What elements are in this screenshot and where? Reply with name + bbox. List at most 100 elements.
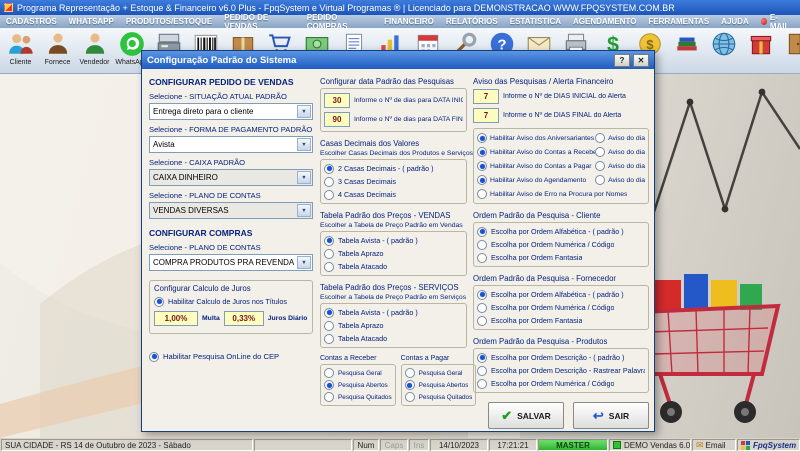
radio-tabela-aprazo-vendas[interactable]: Tabela Aprazo (324, 247, 463, 260)
juros-diario-field[interactable]: 0,33% (223, 311, 264, 326)
radio-pagar-quitados[interactable]: Pesquisa Quitados (404, 391, 472, 403)
radio-cep-online[interactable]: Habilitar Pesquisa OnLine do CEP (149, 350, 313, 363)
radio-cliente-numerica[interactable]: Escolha por Ordem Numérica / Código (477, 238, 645, 251)
radio-label: Aviso do dia (608, 134, 645, 142)
radio-label: Escolha por Ordem Alfabética - ( padrão … (491, 227, 624, 236)
envelope-icon: ✉ (696, 439, 704, 450)
radio-icon (324, 320, 334, 331)
radio-icon (324, 307, 334, 318)
status-email[interactable]: ✉ Email (692, 439, 736, 451)
dropdown-arrow-icon[interactable]: ▼ (297, 138, 311, 151)
radio-aviso-dia-1[interactable]: Aviso do dia (595, 147, 645, 157)
toolbar-button-sair[interactable] (779, 29, 800, 72)
radio-tabela-aprazo-servicos[interactable]: Tabela Aprazo (324, 319, 463, 332)
menu-ajuda[interactable]: AJUDA (715, 17, 755, 26)
radio-aviso-agendamento[interactable]: Habilitar Aviso do Agendamento Aviso do … (477, 173, 645, 187)
toolbar-button-cliente[interactable]: Cliente (2, 29, 39, 72)
radio-icon (324, 176, 334, 187)
data-inicial-label: Informe o Nº de dias para DATA INICIAL (354, 97, 463, 104)
plano-compras-value: COMPRA PRODUTOS PRA REVENDA (153, 258, 295, 267)
radio-tabela-atacado-vendas[interactable]: Tabela Atacado (324, 260, 463, 273)
data-final-field[interactable]: 90 (324, 112, 350, 127)
radio-receber-geral[interactable]: Pesquisa Geral (324, 367, 392, 379)
radio-pagar-geral[interactable]: Pesquisa Geral (404, 367, 473, 379)
multa-field[interactable]: 1,00% (154, 311, 198, 326)
radio-4-casas[interactable]: 4 Casas Decimais (324, 188, 463, 201)
toolbar-button-presente[interactable] (742, 29, 779, 72)
group-calculo-juros: Configurar Calculo de Juros Habilitar Ca… (149, 280, 313, 334)
radio-3-casas[interactable]: 3 Casas Decimais (324, 175, 463, 188)
radio-label: Tabela Aprazo (338, 249, 384, 258)
dias-inicial-field[interactable]: 7 (473, 89, 499, 104)
radio-aviso-dia-3[interactable]: Aviso do dia (595, 175, 645, 185)
caixa-value: CAIXA DINHEIRO (153, 173, 218, 182)
radio-cliente-alfabetica[interactable]: Escolha por Ordem Alfabética - ( padrão … (477, 225, 645, 238)
radio-fornecedor-numerica[interactable]: Escolha por Ordem Numérica / Código (477, 301, 645, 314)
menu-cadastros[interactable]: CADASTROS (0, 17, 63, 26)
dialog-close-button[interactable]: ✕ (633, 53, 649, 67)
dropdown-arrow-icon[interactable]: ▼ (297, 171, 311, 184)
menu-ferramentas[interactable]: FERRAMENTAS (642, 17, 715, 26)
radio-produtos-rastrear[interactable]: Escolha por Ordem Descrição - Rastrear P… (477, 364, 645, 377)
radio-produtos-numerica[interactable]: Escolha por Ordem Numérica / Código (477, 377, 645, 390)
radio-icon (324, 333, 334, 344)
status-capslock: Caps (380, 439, 408, 451)
dialog-column-left: CONFIGURAR PEDIDO DE VENDAS Selecione - … (149, 77, 313, 363)
radio-icon (595, 161, 606, 171)
toolbar-button-vendedor[interactable]: Vendedor (76, 29, 113, 72)
radio-tabela-avista-vendas[interactable]: Tabela Avista - ( padrão ) (324, 234, 463, 247)
radio-fornecedor-fantasia[interactable]: Escolha por Ordem Fantasia (477, 314, 645, 327)
radio-icon (477, 189, 487, 199)
radio-label: Escolha por Ordem Numérica / Código (491, 379, 615, 388)
supplier-icon (44, 30, 72, 58)
books-icon (673, 30, 701, 58)
radio-aviso-erro-nomes[interactable]: Habilitar Aviso de Erro na Procura por N… (477, 187, 645, 201)
dropdown-arrow-icon[interactable]: ▼ (297, 105, 311, 118)
dialog-titlebar[interactable]: Configuração Padrão do Sistema ? ✕ (142, 51, 654, 69)
menu-agendamento[interactable]: AGENDAMENTO (567, 17, 642, 26)
dropdown-arrow-icon[interactable]: ▼ (297, 256, 311, 269)
radio-icon (477, 175, 487, 185)
radio-2-casas[interactable]: 2 Casas Decimais - ( padrão ) (324, 162, 463, 175)
dialog-help-button[interactable]: ? (614, 53, 630, 67)
radio-produtos-descricao[interactable]: Escolha por Ordem Descrição - ( padrão ) (477, 351, 645, 364)
group-casas-title: Casas Decimais dos Valores (320, 139, 420, 148)
radio-cliente-fantasia[interactable]: Escolha por Ordem Fantasia (477, 251, 645, 264)
salvar-button[interactable]: ✔ SALVAR (488, 402, 564, 429)
situacao-combobox[interactable]: Entrega direto para o cliente ▼ (149, 103, 313, 120)
radio-fornecedor-alfabetica[interactable]: Escolha por Ordem Alfabética - ( padrão … (477, 288, 645, 301)
menu-produtos-estoque[interactable]: PRODUTOS/ESTOQUE (120, 17, 218, 26)
dropdown-arrow-icon[interactable]: ▼ (297, 204, 311, 217)
pagamento-combobox[interactable]: Avista ▼ (149, 136, 313, 153)
data-inicial-field[interactable]: 30 (324, 93, 350, 108)
radio-aviso-aniversariantes[interactable]: Habilitar Aviso dos Aniversariantes Avis… (477, 131, 645, 145)
status-bar: SUA CIDADE - RS 14 de Outubro de 2023 - … (0, 438, 800, 452)
dias-final-field[interactable]: 7 (473, 108, 499, 123)
radio-aviso-contas-pagar[interactable]: Habilitar Aviso do Contas a Pagar Aviso … (477, 159, 645, 173)
menu-estatistica[interactable]: ESTATISTICA (504, 17, 567, 26)
clients-icon (7, 30, 35, 58)
radio-habilitar-juros[interactable]: Habilitar Calculo de Juros nos Títulos (154, 295, 308, 308)
menu-whatsapp[interactable]: WHATSAPP (63, 17, 120, 26)
radio-aviso-dia-2[interactable]: Aviso do dia (595, 161, 645, 171)
radio-aviso-contas-receber[interactable]: Habilitar Aviso do Contas a Receber Avis… (477, 145, 645, 159)
plano-compras-combobox[interactable]: COMPRA PRODUTOS PRA REVENDA ▼ (149, 254, 313, 271)
toolbar-button-fornecedor[interactable]: Fornece (39, 29, 76, 72)
plano-combobox[interactable]: VENDAS DIVERSAS ▼ (149, 202, 313, 219)
radio-receber-abertos[interactable]: Pesquisa Abertos (324, 379, 392, 391)
group-contas-pagar-title: Contas a Pagar (400, 355, 450, 362)
toolbar-button-livros[interactable] (668, 29, 705, 72)
pagamento-label: Selecione - FORMA DE PAGAMENTO PADRÃO (149, 125, 313, 134)
toolbar-button-internet[interactable] (705, 29, 742, 72)
radio-tabela-atacado-servicos[interactable]: Tabela Atacado (324, 332, 463, 345)
dias-final-label: Informe o Nº de DIAS FINAL do Alerta (503, 112, 622, 119)
radio-aviso-dia-0[interactable]: Aviso do dia (595, 133, 645, 143)
caixa-combobox[interactable]: CAIXA DINHEIRO ▼ (149, 169, 313, 186)
radio-receber-quitados[interactable]: Pesquisa Quitados (324, 391, 392, 403)
menu-relatorios[interactable]: RELATÓRIOS (440, 17, 504, 26)
sair-button[interactable]: ↩ SAIR (573, 402, 649, 429)
window-titlebar[interactable]: Programa Representação + Estoque & Finan… (0, 0, 800, 15)
menu-financeiro[interactable]: FINANCEIRO (378, 17, 440, 26)
radio-pagar-abertos[interactable]: Pesquisa Abertos (404, 379, 473, 391)
radio-tabela-avista-servicos[interactable]: Tabela Avista - ( padrão ) (324, 306, 463, 319)
